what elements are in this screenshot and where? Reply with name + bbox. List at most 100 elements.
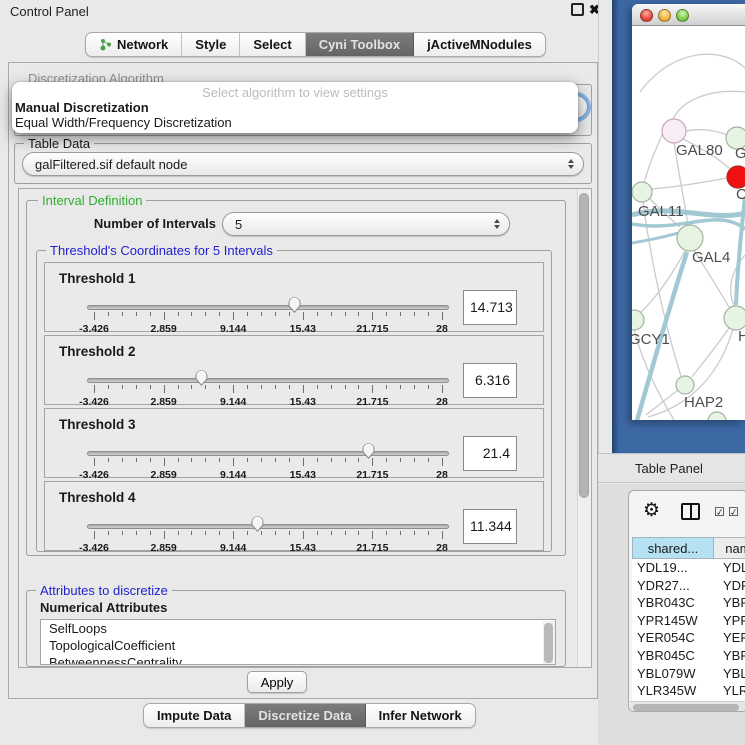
- table-row[interactable]: YBL079W YBL079W: [632, 665, 745, 683]
- slider-thumb[interactable]: [287, 296, 302, 314]
- minimize-traffic-light-icon[interactable]: [658, 9, 671, 22]
- tab-impute-data[interactable]: Impute Data: [144, 704, 245, 727]
- threshold-value-field[interactable]: 21.4: [463, 436, 517, 471]
- list-scrollbar-track[interactable]: [543, 621, 555, 665]
- tab-select[interactable]: Select: [240, 33, 305, 56]
- apply-button[interactable]: Apply: [247, 671, 307, 693]
- cell-shared-name[interactable]: YBR043C: [637, 595, 695, 610]
- panel-splitter[interactable]: [598, 0, 612, 453]
- checkbox-icon[interactable]: ☑: [714, 505, 725, 519]
- threshold-value-field[interactable]: 6.316: [463, 363, 517, 398]
- slider-thumb[interactable]: [194, 369, 209, 387]
- slider-tick: [303, 312, 304, 320]
- slider-tick: [205, 312, 206, 316]
- screen: Control Panel ✖ NetworkStyleSelectCyni T…: [0, 0, 745, 745]
- algorithm-option[interactable]: Equal Width/Frequency Discretization: [12, 115, 578, 130]
- table-row[interactable]: YDL19... YDL19: [632, 559, 745, 577]
- slider-tick: [358, 458, 359, 462]
- cell-shared-name[interactable]: YDR27...: [637, 578, 690, 593]
- cell-name[interactable]: YPR145W: [723, 613, 745, 628]
- slider-track[interactable]: [87, 378, 449, 383]
- slider-tick: [358, 312, 359, 316]
- horizontal-scrollbar-track[interactable]: [630, 701, 745, 712]
- table-row[interactable]: YDR27... YDR27: [632, 577, 745, 595]
- horizontal-scrollbar-thumb[interactable]: [633, 704, 739, 711]
- slider-tick: [261, 458, 262, 462]
- cell-shared-name[interactable]: YBL079W: [637, 666, 696, 681]
- table-row[interactable]: YBR045C YBR045C: [632, 647, 745, 665]
- attribute-list-item[interactable]: BetweennessCentrality: [41, 654, 555, 665]
- tab-infer-network[interactable]: Infer Network: [366, 704, 475, 727]
- network-node[interactable]: [632, 182, 652, 202]
- network-edge[interactable]: [646, 390, 678, 415]
- tab-label: Style: [195, 37, 226, 52]
- network-edge[interactable]: [644, 131, 664, 183]
- cell-name[interactable]: YBL079W: [723, 666, 745, 681]
- zoom-traffic-light-icon[interactable]: [676, 9, 689, 22]
- checkbox-icon[interactable]: ☑: [728, 505, 739, 519]
- network-node[interactable]: [662, 119, 686, 143]
- cell-shared-name[interactable]: YER054C: [637, 630, 695, 645]
- column-header-name[interactable]: name: [714, 537, 745, 559]
- tab-jactivemnodules[interactable]: jActiveMNodules: [414, 33, 545, 56]
- list-scrollbar-thumb[interactable]: [544, 623, 553, 663]
- cell-shared-name[interactable]: YPR145W: [637, 613, 698, 628]
- tab-network[interactable]: Network: [86, 33, 182, 56]
- cell-name[interactable]: YBR043C: [723, 595, 745, 610]
- network-node[interactable]: [677, 225, 703, 251]
- algorithm-option[interactable]: Manual Discretization: [12, 100, 578, 115]
- tab-style[interactable]: Style: [182, 33, 240, 56]
- network-edge[interactable]: [640, 54, 745, 92]
- float-window-icon[interactable]: [571, 3, 584, 16]
- cell-shared-name[interactable]: YLR345W: [637, 683, 696, 698]
- slider-tick: [94, 531, 95, 539]
- slider-tick: [345, 385, 346, 389]
- network-node[interactable]: [676, 376, 694, 394]
- network-node[interactable]: [727, 166, 745, 188]
- network-node-label: GAL80: [676, 142, 723, 159]
- table-data-combo[interactable]: galFiltered.sif default node: [22, 152, 584, 176]
- gear-icon[interactable]: ⚙: [643, 499, 660, 522]
- cell-name[interactable]: YER054C: [723, 630, 745, 645]
- cell-shared-name[interactable]: YDL19...: [637, 560, 688, 575]
- slider-track[interactable]: [87, 524, 449, 529]
- threshold-value-field[interactable]: 14.713: [463, 290, 517, 325]
- network-node[interactable]: [724, 306, 745, 330]
- slider-tick: [317, 458, 318, 462]
- vertical-scrollbar-thumb[interactable]: [579, 193, 589, 498]
- slider-tick: [442, 531, 443, 539]
- column-header-shared-name[interactable]: shared...: [632, 537, 714, 559]
- tab-discretize-data[interactable]: Discretize Data: [245, 704, 365, 727]
- network-edge[interactable]: [652, 178, 727, 189]
- cell-name[interactable]: YDR27: [723, 578, 745, 593]
- numerical-attributes-list[interactable]: SelfLoopsTopologicalCoefficientBetweenne…: [40, 619, 556, 665]
- tab-cyni-toolbox[interactable]: Cyni Toolbox: [306, 33, 414, 56]
- attribute-list-item[interactable]: SelfLoops: [41, 620, 555, 637]
- network-node[interactable]: [708, 412, 726, 420]
- table-row[interactable]: YER054C YER054C: [632, 629, 745, 647]
- threshold-label: Threshold 4: [59, 490, 136, 505]
- network-window-titlebar[interactable]: [632, 4, 745, 26]
- table-row[interactable]: YPR145W YPR145W: [632, 612, 745, 630]
- table-row[interactable]: YBR043C YBR043C: [632, 594, 745, 612]
- network-edge[interactable]: [673, 91, 745, 119]
- tab-label: Discretize Data: [258, 708, 351, 723]
- network-edge[interactable]: [686, 130, 727, 135]
- slider-track[interactable]: [87, 451, 449, 456]
- cell-shared-name[interactable]: YBR045C: [637, 648, 695, 663]
- network-node[interactable]: [632, 310, 644, 330]
- slider-track[interactable]: [87, 305, 449, 310]
- cell-name[interactable]: YLR345W: [723, 683, 745, 698]
- table-row[interactable]: YLR345W YLR345W: [632, 682, 745, 700]
- cell-name[interactable]: YDL19: [723, 560, 745, 575]
- close-traffic-light-icon[interactable]: [640, 9, 653, 22]
- slider-thumb[interactable]: [361, 442, 376, 460]
- number-of-intervals-combo[interactable]: 5: [222, 212, 510, 236]
- attribute-list-item[interactable]: TopologicalCoefficient: [41, 637, 555, 654]
- network-canvas[interactable]: GAL80GACGAL11GAL4GCY1HHAP2: [632, 26, 745, 420]
- threshold-value-field[interactable]: 11.344: [463, 509, 517, 544]
- slider-thumb[interactable]: [250, 515, 265, 533]
- network-edge[interactable]: [632, 233, 678, 243]
- split-columns-icon[interactable]: [681, 503, 700, 520]
- cell-name[interactable]: YBR045C: [723, 648, 745, 663]
